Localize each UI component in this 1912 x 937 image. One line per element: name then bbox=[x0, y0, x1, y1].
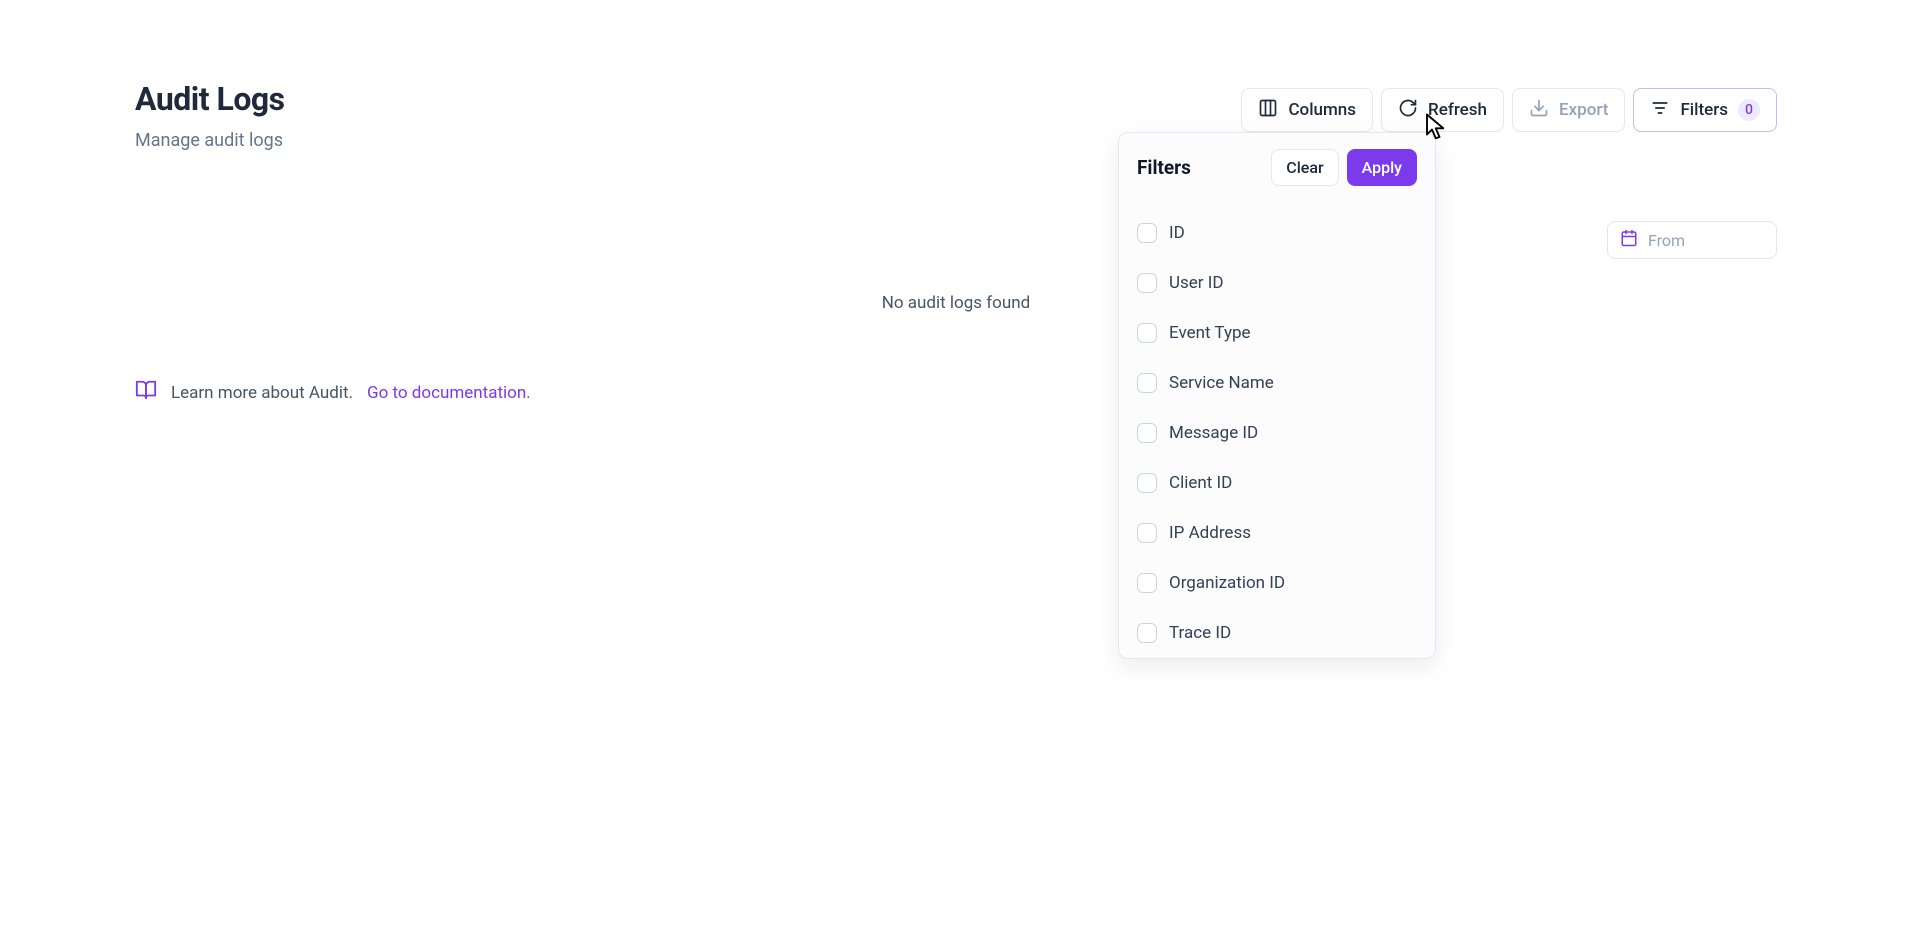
filter-item-label: Client ID bbox=[1169, 473, 1232, 493]
checkbox-icon[interactable] bbox=[1137, 523, 1157, 543]
page-title: Audit Logs bbox=[135, 80, 285, 118]
export-button[interactable]: Export bbox=[1512, 88, 1625, 132]
checkbox-icon[interactable] bbox=[1137, 373, 1157, 393]
refresh-icon bbox=[1398, 98, 1418, 123]
filter-icon bbox=[1650, 98, 1670, 123]
filter-item-id[interactable]: ID bbox=[1137, 208, 1417, 258]
learn-more-text: Learn more about Audit. bbox=[171, 383, 353, 403]
book-icon bbox=[135, 379, 157, 406]
filter-item-label: Service Name bbox=[1169, 373, 1274, 393]
refresh-label: Refresh bbox=[1428, 100, 1487, 120]
toolbar: Columns Refresh Export Filters 0 bbox=[1241, 88, 1777, 132]
checkbox-icon[interactable] bbox=[1137, 473, 1157, 493]
checkbox-icon[interactable] bbox=[1137, 323, 1157, 343]
columns-icon bbox=[1258, 98, 1278, 123]
documentation-link[interactable]: Go to documentation. bbox=[367, 383, 531, 403]
download-icon bbox=[1529, 98, 1549, 123]
filter-item-label: Message ID bbox=[1169, 423, 1258, 443]
filter-item-label: IP Address bbox=[1169, 523, 1251, 543]
filter-item-trace-id[interactable]: Trace ID bbox=[1137, 608, 1417, 658]
checkbox-icon[interactable] bbox=[1137, 223, 1157, 243]
filter-item-label: Event Type bbox=[1169, 323, 1251, 343]
calendar-icon bbox=[1620, 229, 1638, 251]
filter-item-message-id[interactable]: Message ID bbox=[1137, 408, 1417, 458]
filters-count-badge: 0 bbox=[1738, 99, 1760, 121]
filter-item-event-type[interactable]: Event Type bbox=[1137, 308, 1417, 358]
checkbox-icon[interactable] bbox=[1137, 423, 1157, 443]
checkbox-icon[interactable] bbox=[1137, 623, 1157, 643]
learn-more-row: Learn more about Audit. Go to documentat… bbox=[135, 379, 1777, 406]
checkbox-icon[interactable] bbox=[1137, 273, 1157, 293]
refresh-button[interactable]: Refresh bbox=[1381, 88, 1504, 132]
filter-item-client-id[interactable]: Client ID bbox=[1137, 458, 1417, 508]
filter-item-user-id[interactable]: User ID bbox=[1137, 258, 1417, 308]
columns-label: Columns bbox=[1288, 100, 1356, 120]
filters-popover-title: Filters bbox=[1137, 156, 1191, 179]
filter-item-service-name[interactable]: Service Name bbox=[1137, 358, 1417, 408]
date-from-input[interactable]: From bbox=[1607, 221, 1777, 259]
filter-item-organization-id[interactable]: Organization ID bbox=[1137, 558, 1417, 608]
filter-item-label: Organization ID bbox=[1169, 573, 1285, 593]
filter-item-ip-address[interactable]: IP Address bbox=[1137, 508, 1417, 558]
empty-state-message: No audit logs found bbox=[135, 293, 1777, 313]
filters-button[interactable]: Filters 0 bbox=[1633, 88, 1777, 132]
page-subtitle: Manage audit logs bbox=[135, 130, 285, 151]
checkbox-icon[interactable] bbox=[1137, 573, 1157, 593]
filters-label: Filters bbox=[1680, 100, 1728, 120]
filter-item-label: User ID bbox=[1169, 273, 1224, 293]
columns-button[interactable]: Columns bbox=[1241, 88, 1373, 132]
filter-item-label: Trace ID bbox=[1169, 623, 1231, 643]
export-label: Export bbox=[1559, 100, 1608, 120]
filter-item-label: ID bbox=[1169, 223, 1185, 243]
date-from-placeholder: From bbox=[1648, 231, 1685, 250]
filter-list: ID User ID Event Type Service Name Messa… bbox=[1137, 208, 1417, 658]
apply-filters-button[interactable]: Apply bbox=[1347, 149, 1417, 186]
clear-filters-button[interactable]: Clear bbox=[1271, 149, 1338, 186]
filters-popover: Filters Clear Apply ID User ID Event Typ… bbox=[1118, 132, 1436, 659]
